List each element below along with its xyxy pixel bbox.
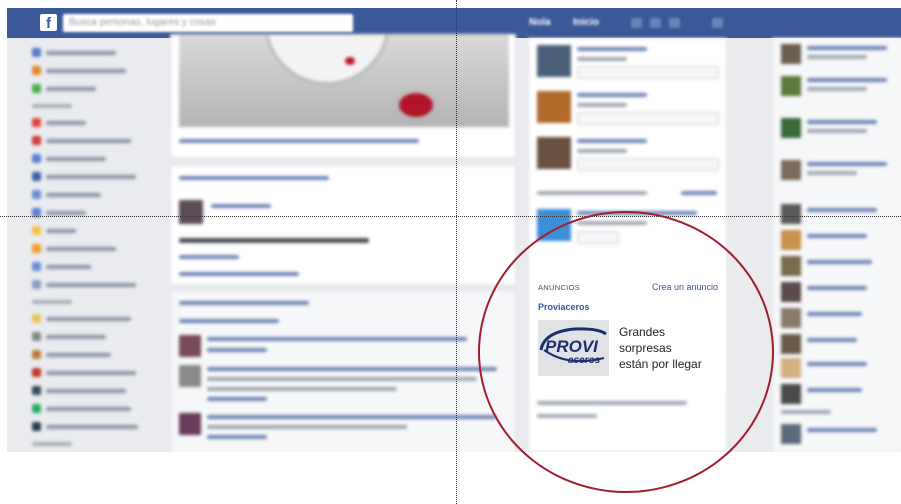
avatar[interactable] — [179, 200, 203, 224]
sidebar-item[interactable] — [32, 348, 162, 362]
vertical-guide-line — [456, 0, 457, 504]
post-photo[interactable] — [179, 35, 509, 127]
avatar[interactable] — [781, 424, 801, 444]
facebook-logo-icon[interactable]: f — [40, 14, 57, 32]
friend-requests-icon[interactable] — [631, 18, 642, 28]
horizontal-guide-line — [0, 216, 901, 217]
photo-post — [170, 34, 516, 158]
sidebar-section-title — [32, 442, 72, 446]
sidebar-item[interactable] — [32, 46, 162, 60]
avatar[interactable] — [781, 230, 801, 250]
avatar[interactable] — [781, 204, 801, 224]
sidebar-item[interactable] — [32, 170, 162, 184]
avatar[interactable] — [781, 118, 801, 138]
search-input[interactable]: Busca personas, lugares y cosas — [63, 14, 353, 32]
sidebar-item[interactable] — [32, 312, 162, 326]
sidebar-item[interactable] — [32, 188, 162, 202]
avatar[interactable] — [781, 160, 801, 180]
comments-section — [170, 290, 516, 452]
sidebar-item[interactable] — [32, 64, 162, 78]
confirm-request-button[interactable] — [577, 158, 719, 171]
avatar[interactable] — [781, 308, 801, 328]
avatar[interactable] — [781, 334, 801, 354]
sidebar-item[interactable] — [32, 82, 162, 96]
avatar[interactable] — [781, 358, 801, 378]
confirm-request-button[interactable] — [577, 66, 719, 79]
sidebar-item[interactable] — [32, 206, 162, 220]
avatar[interactable] — [781, 282, 801, 302]
avatar[interactable] — [179, 413, 201, 435]
profile-link[interactable]: Nola — [529, 17, 551, 28]
text-post — [170, 165, 516, 285]
sidebar-item[interactable] — [32, 384, 162, 398]
avatar[interactable] — [179, 335, 201, 357]
sidebar-item[interactable] — [32, 402, 162, 416]
left-sidebar — [32, 46, 162, 452]
highlight-circle — [478, 211, 774, 493]
sidebar-item[interactable] — [32, 366, 162, 380]
sidebar-item[interactable] — [32, 260, 162, 274]
friend-photo[interactable] — [537, 91, 571, 123]
sidebar-item[interactable] — [32, 134, 162, 148]
home-link[interactable]: Inicio — [573, 17, 599, 28]
avatar[interactable] — [781, 76, 801, 96]
sidebar-item[interactable] — [32, 116, 162, 130]
sidebar-item[interactable] — [32, 224, 162, 238]
avatar[interactable] — [179, 365, 201, 387]
news-feed — [170, 34, 516, 452]
sidebar-item[interactable] — [32, 152, 162, 166]
sidebar-section-title — [32, 300, 72, 304]
sidebar-item[interactable] — [32, 278, 162, 292]
notifications-icon[interactable] — [669, 18, 680, 28]
chat-sidebar — [772, 38, 901, 452]
sidebar-item[interactable] — [32, 330, 162, 344]
sidebar-section-title — [32, 104, 72, 108]
avatar[interactable] — [781, 384, 801, 404]
settings-icon[interactable] — [712, 18, 723, 28]
friend-photo[interactable] — [537, 45, 571, 77]
avatar[interactable] — [781, 44, 801, 64]
sidebar-item[interactable] — [32, 242, 162, 256]
friend-photo[interactable] — [537, 137, 571, 169]
avatar[interactable] — [781, 256, 801, 276]
sidebar-item[interactable] — [32, 420, 162, 434]
messages-icon[interactable] — [650, 18, 661, 28]
confirm-request-button[interactable] — [577, 112, 719, 125]
